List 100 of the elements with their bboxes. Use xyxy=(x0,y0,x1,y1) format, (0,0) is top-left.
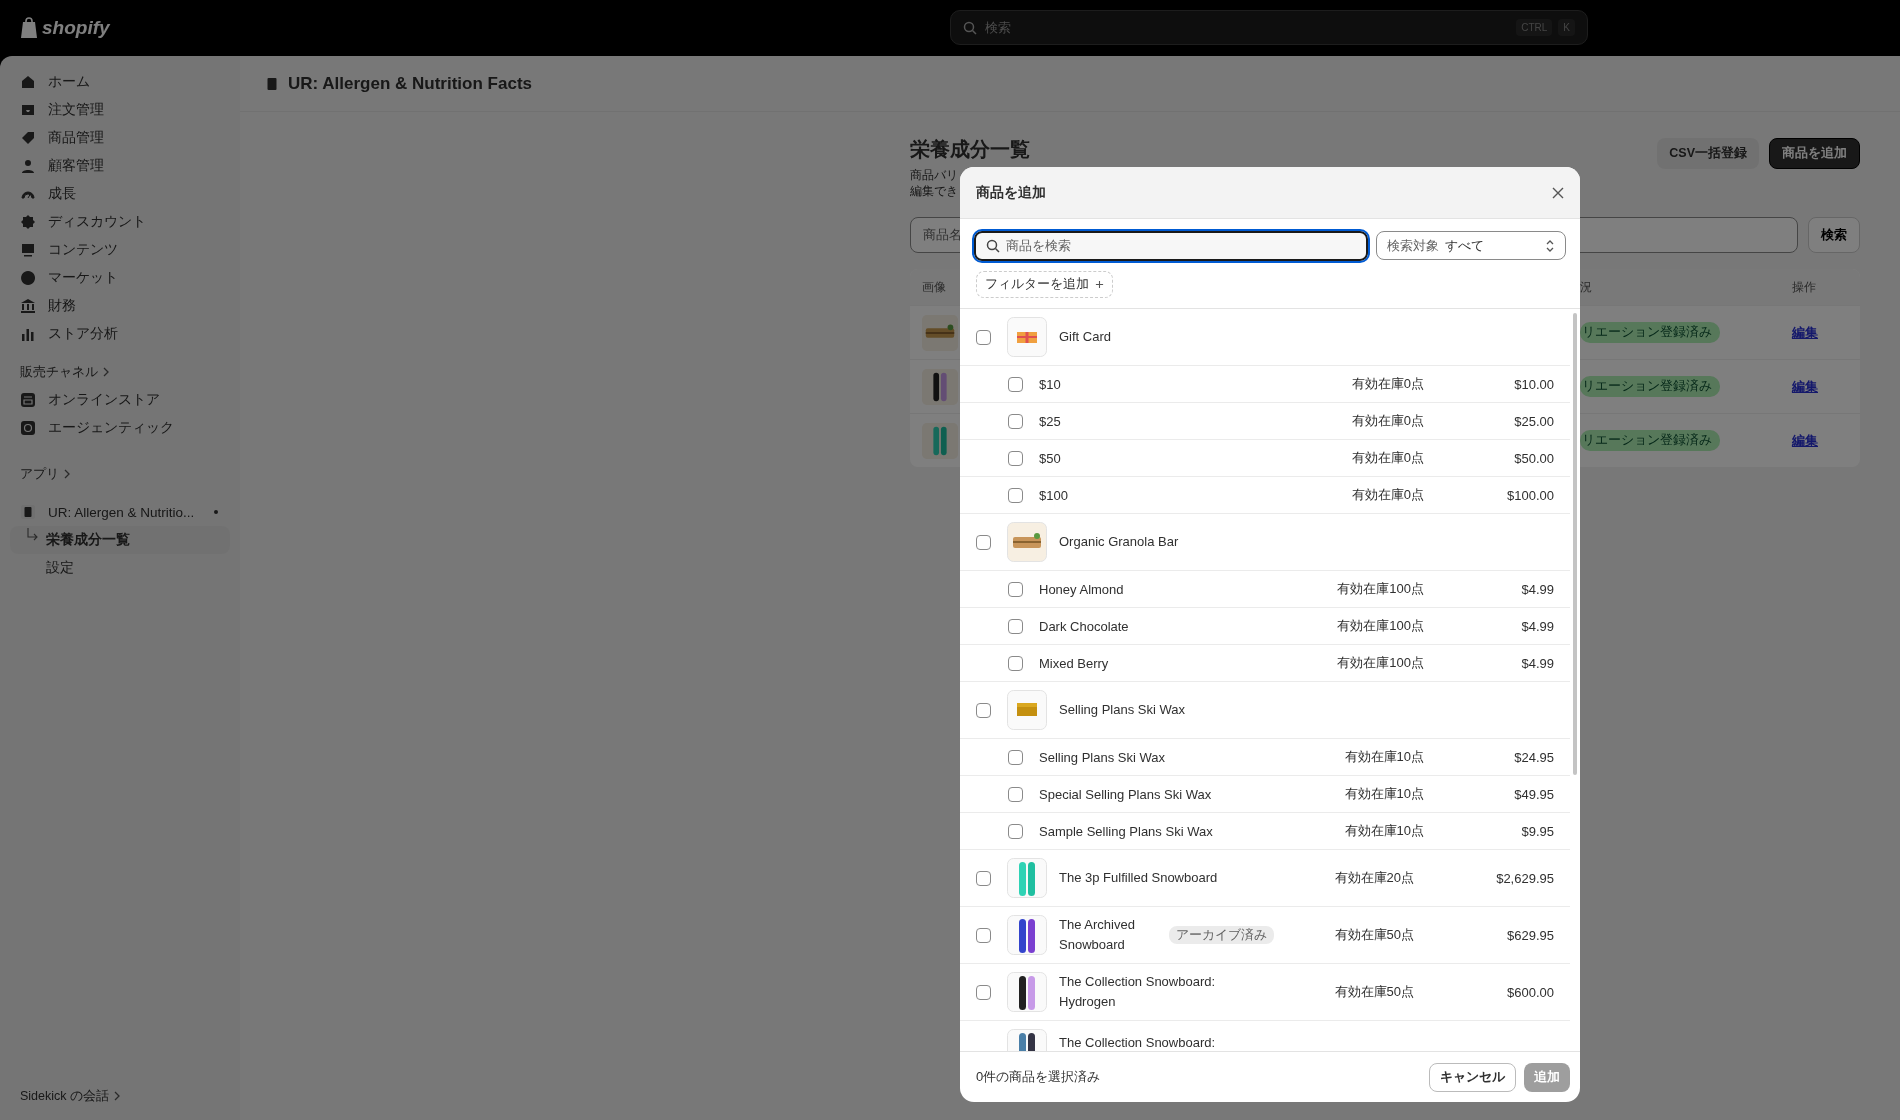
variant-name: $50 xyxy=(1039,450,1062,466)
cancel-button[interactable]: キャンセル xyxy=(1429,1062,1516,1092)
stock-text: 有効在庫10点 xyxy=(1344,822,1424,840)
checkbox[interactable] xyxy=(1008,376,1023,392)
nav-item[interactable]: 注文管理 xyxy=(10,96,230,124)
nav-item[interactable]: 成長 xyxy=(10,180,230,208)
chevron-right-icon xyxy=(102,367,110,377)
checkbox[interactable] xyxy=(976,329,991,345)
bar-chart-icon xyxy=(20,326,36,342)
price-text: $4.99 xyxy=(1520,581,1554,597)
page-description: 編集でき xyxy=(910,183,958,199)
checkbox[interactable] xyxy=(1008,786,1023,802)
checkbox[interactable] xyxy=(1008,823,1023,839)
edit-link[interactable]: 編集 xyxy=(1792,432,1818,448)
search-icon xyxy=(963,20,977,35)
nav-subitem[interactable]: 栄養成分一覧 xyxy=(10,526,230,554)
nav-item[interactable]: 財務 xyxy=(10,292,230,320)
section-heading[interactable]: 販売チャネル xyxy=(10,358,110,386)
variant-name: Sample Selling Plans Ski Wax xyxy=(1039,823,1214,839)
checkbox[interactable] xyxy=(976,702,991,718)
nav-item[interactable]: 顧客管理 xyxy=(10,152,230,180)
edit-link[interactable]: 編集 xyxy=(1792,324,1818,340)
price-text: $4.99 xyxy=(1520,655,1554,671)
checkbox[interactable] xyxy=(1008,413,1023,429)
discount-icon xyxy=(20,214,36,230)
search-button[interactable]: 検索 xyxy=(1808,217,1860,253)
page-description: 商品バリ xyxy=(910,167,958,183)
nav-item[interactable]: コンテンツ xyxy=(10,236,230,264)
price-text: $629.95 xyxy=(1506,927,1554,943)
checkbox[interactable] xyxy=(976,534,991,550)
bank-icon xyxy=(20,298,36,314)
stock-text: 有効在庫10点 xyxy=(1344,785,1424,803)
stock-text: 有効在庫100点 xyxy=(1337,654,1424,672)
stock-text: 有効在庫20点 xyxy=(1334,869,1414,887)
checkbox[interactable] xyxy=(1008,655,1023,671)
store-icon xyxy=(20,392,36,408)
checkbox[interactable] xyxy=(976,870,991,886)
section-heading[interactable]: アプリ xyxy=(10,460,71,488)
home-icon xyxy=(20,74,36,90)
nav-item[interactable]: ホーム xyxy=(10,68,230,96)
price-text: $49.95 xyxy=(1513,786,1554,802)
product-name: The Collection Snowboard: Hydrogen xyxy=(1059,973,1217,1011)
nav-item[interactable]: ディスカウント xyxy=(10,208,230,236)
nav-item[interactable]: 商品管理 xyxy=(10,124,230,152)
checkbox[interactable] xyxy=(976,927,991,943)
checkbox[interactable] xyxy=(1008,618,1023,634)
close-icon[interactable] xyxy=(1552,186,1564,199)
variant-name: Dark Chocolate xyxy=(1039,618,1130,634)
status-badge: リエーション登録済み xyxy=(1580,376,1720,397)
checkbox[interactable] xyxy=(1008,749,1023,765)
product-name: The 3p Fulfilled Snowboard xyxy=(1059,869,1219,887)
stock-text: 有効在庫50点 xyxy=(1334,983,1414,1001)
product-name: The Collection Snowboard: xyxy=(1059,1034,1217,1051)
tag-icon xyxy=(20,130,36,146)
price-text: $4.99 xyxy=(1520,618,1554,634)
csv-import-button[interactable]: CSV一括登録 xyxy=(1657,138,1759,169)
checkbox[interactable] xyxy=(1008,450,1023,466)
app-item[interactable]: UR: Allergen & Nutritio... xyxy=(10,498,230,526)
app-title: UR: Allergen & Nutrition Facts xyxy=(288,73,532,94)
stock-text: 有効在庫0点 xyxy=(1351,449,1424,467)
status-badge: リエーション登録済み xyxy=(1580,322,1720,343)
nav-item[interactable]: ストア分析 xyxy=(10,320,230,348)
variant-name: $25 xyxy=(1039,413,1062,429)
status-badge: リエーション登録済み xyxy=(1580,430,1720,451)
checkbox[interactable] xyxy=(1008,581,1023,597)
sidekick-link[interactable]: Sidekick の会話 xyxy=(10,1082,122,1110)
add-product-button[interactable]: 商品を追加 xyxy=(1769,138,1860,169)
variant-name: Selling Plans Ski Wax xyxy=(1039,749,1166,765)
brand-logo[interactable]: shopify xyxy=(42,17,110,39)
stock-text: 有効在庫0点 xyxy=(1351,486,1424,504)
search-icon xyxy=(986,239,1000,253)
inbox-icon xyxy=(20,102,36,118)
stock-text: 有効在庫50点 xyxy=(1334,926,1414,944)
column-header: 画像 xyxy=(921,278,947,296)
nav-subitem[interactable]: 設定 xyxy=(10,554,230,582)
price-text: $10.00 xyxy=(1513,376,1554,392)
price-text: $600.00 xyxy=(1506,984,1554,1000)
price-text: $100.00 xyxy=(1506,487,1554,503)
variant-name: $100 xyxy=(1039,487,1069,503)
search-field[interactable]: 商品を検索 xyxy=(974,231,1368,261)
nav-item[interactable]: オンラインストア xyxy=(10,386,230,414)
price-text: $25.00 xyxy=(1513,413,1554,429)
chevron-right-icon xyxy=(113,1091,122,1101)
plus-icon xyxy=(1095,280,1104,289)
price-text: $2,629.95 xyxy=(1495,870,1554,886)
add-filter-button[interactable]: フィルターを追加 xyxy=(976,271,1113,298)
product-name: Organic Granola Bar xyxy=(1059,533,1180,551)
edit-link[interactable]: 編集 xyxy=(1792,378,1818,394)
selection-count: 0件の商品を選択済み xyxy=(976,1068,1101,1086)
archived-badge: アーカイブ済み xyxy=(1169,925,1274,944)
nav-item[interactable]: エージェンティック xyxy=(10,414,230,442)
variant-name: Mixed Berry xyxy=(1039,655,1110,671)
stock-text: 有効在庫100点 xyxy=(1337,617,1424,635)
checkbox[interactable] xyxy=(976,984,991,1000)
person-icon xyxy=(20,158,36,174)
variant-name: Special Selling Plans Ski Wax xyxy=(1039,786,1213,802)
checkbox[interactable] xyxy=(1008,487,1023,503)
search-scope-select[interactable]: 検索対象 すべて xyxy=(1376,231,1566,260)
nav-item[interactable]: マーケット xyxy=(10,264,230,292)
stock-text: 有効在庫0点 xyxy=(1351,412,1424,430)
